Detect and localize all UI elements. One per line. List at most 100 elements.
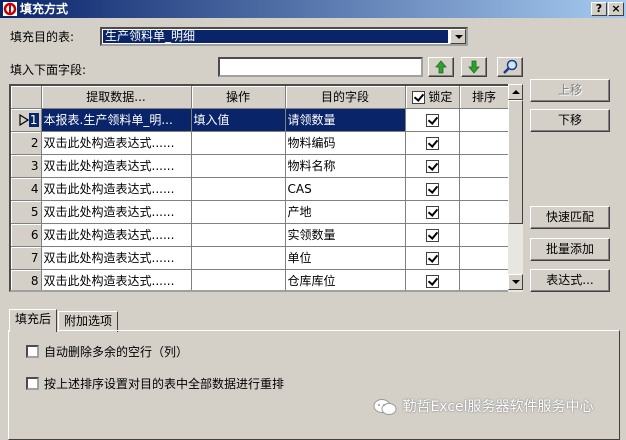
cell-lock[interactable] (405, 223, 460, 247)
lock-checkbox[interactable] (425, 182, 439, 196)
lock-checkbox[interactable] (425, 136, 439, 150)
cell-operation[interactable] (191, 269, 286, 290)
col-header-lock[interactable]: 锁定 (405, 86, 460, 109)
col-header-operation[interactable]: 操作 (191, 86, 286, 109)
tab-extra-options[interactable]: 附加选项 (58, 311, 118, 332)
cell-extract[interactable]: 双击此处构造表达式...... (41, 269, 192, 290)
cell-target-field[interactable]: 实领数量 (285, 223, 406, 247)
row-number[interactable]: 3 (11, 154, 42, 178)
target-table-select[interactable]: 生产领料单_明细 (100, 27, 468, 46)
lock-checkbox[interactable] (425, 205, 439, 219)
cell-sort[interactable] (459, 177, 510, 201)
tab-after-fill[interactable]: 填充后 (9, 309, 57, 332)
lock-checkbox[interactable] (425, 159, 439, 173)
cell-lock[interactable] (405, 108, 460, 132)
row-number[interactable]: 6 (11, 223, 42, 247)
cell-extract[interactable]: 双击此处构造表达式...... (41, 177, 192, 201)
row-number: 1 (28, 112, 39, 127)
batch-add-button[interactable]: 批量添加 (530, 238, 610, 261)
table-row[interactable]: 6 双击此处构造表达式...... 实领数量 (11, 223, 510, 247)
cell-target-field[interactable]: 物料编码 (285, 131, 406, 155)
cell-target-field[interactable]: 产地 (285, 200, 406, 224)
move-up-button[interactable]: 上移 (530, 79, 610, 102)
cell-operation[interactable] (191, 131, 286, 155)
cell-operation[interactable]: 填入值 (191, 108, 286, 132)
watermark: 勤哲Excel服务器软件服务中心 (372, 396, 594, 416)
close-button[interactable]: × (608, 2, 624, 16)
cell-sort[interactable] (459, 108, 510, 132)
table-row[interactable]: 5 双击此处构造表达式...... 产地 (11, 200, 510, 224)
cell-sort[interactable] (459, 246, 510, 270)
table-row[interactable]: 2 双击此处构造表达式...... 物料编码 (11, 131, 510, 155)
cell-extract[interactable]: 双击此处构造表达式...... (41, 154, 192, 178)
cell-target-field[interactable]: 单位 (285, 246, 406, 270)
cell-operation[interactable] (191, 246, 286, 270)
cell-lock[interactable] (405, 154, 460, 178)
row-number[interactable]: 5 (11, 200, 42, 224)
help-button[interactable]: ? (591, 2, 607, 16)
cell-extract[interactable]: 本报表.生产领料单_明... (41, 108, 192, 132)
col-header-target-field[interactable]: 目的字段 (285, 86, 406, 109)
quick-match-button[interactable]: 快速匹配 (530, 206, 610, 229)
cell-extract[interactable]: 双击此处构造表达式...... (41, 223, 192, 247)
row-number[interactable]: 8 (11, 269, 42, 290)
lock-checkbox[interactable] (425, 228, 439, 242)
cell-lock[interactable] (405, 200, 460, 224)
move-field-up-button[interactable] (428, 57, 454, 77)
row-number[interactable]: 4 (11, 177, 42, 201)
row-number[interactable]: 7 (11, 246, 42, 270)
scroll-up-icon[interactable] (508, 84, 523, 100)
window-title: 填充方式 (20, 2, 69, 16)
cell-target-field[interactable]: 仓库库位 (285, 269, 406, 290)
resort-all-checkbox[interactable] (26, 377, 39, 390)
table-row[interactable]: 1 本报表.生产领料单_明... 填入值 请领数量 (11, 108, 510, 132)
cell-lock[interactable] (405, 131, 460, 155)
cell-target-field[interactable]: CAS (285, 177, 406, 201)
cell-operation[interactable] (191, 200, 286, 224)
move-down-button[interactable]: 下移 (530, 109, 610, 132)
target-table-label: 填充目的表: (10, 30, 75, 44)
scroll-thumb[interactable] (508, 100, 523, 224)
lock-checkbox[interactable] (425, 274, 439, 288)
cell-sort[interactable] (459, 200, 510, 224)
cell-extract[interactable]: 双击此处构造表达式...... (41, 200, 192, 224)
cell-sort[interactable] (459, 269, 510, 290)
col-header-extract[interactable]: 提取数据... (41, 86, 192, 109)
cell-operation[interactable] (191, 154, 286, 178)
table-row[interactable]: 8 双击此处构造表达式...... 仓库库位 (11, 269, 510, 290)
field-mapping-grid[interactable]: 提取数据... 操作 目的字段 锁定 排序 1 本报表.生产领料单_明... 填… (9, 84, 523, 292)
app-icon (3, 2, 17, 16)
cell-extract[interactable]: 双击此处构造表达式...... (41, 131, 192, 155)
cell-sort[interactable] (459, 154, 510, 178)
search-icon (503, 59, 518, 74)
row-indicator[interactable]: 1 (11, 108, 42, 132)
search-button[interactable] (497, 57, 523, 77)
cell-target-field[interactable]: 请领数量 (285, 108, 406, 132)
lock-checkbox[interactable] (425, 251, 439, 265)
cell-operation[interactable] (191, 177, 286, 201)
cell-lock[interactable] (405, 177, 460, 201)
cell-lock[interactable] (405, 269, 460, 290)
cell-sort[interactable] (459, 223, 510, 247)
field-input[interactable] (218, 57, 423, 77)
table-row[interactable]: 7 双击此处构造表达式...... 单位 (11, 246, 510, 270)
mapping-table: 提取数据... 操作 目的字段 锁定 排序 1 本报表.生产领料单_明... 填… (11, 86, 510, 290)
lock-all-checkbox[interactable] (411, 91, 425, 105)
title-bar[interactable]: 填充方式 ? × (0, 0, 626, 18)
row-number[interactable]: 2 (11, 131, 42, 155)
cell-operation[interactable] (191, 223, 286, 247)
expression-button[interactable]: 表达式... (530, 269, 610, 292)
cell-extract[interactable]: 双击此处构造表达式...... (41, 246, 192, 270)
col-header-sort[interactable]: 排序 (459, 86, 510, 109)
scroll-down-icon[interactable] (508, 274, 523, 290)
lock-checkbox[interactable] (425, 113, 439, 127)
grid-vertical-scrollbar[interactable] (508, 84, 523, 292)
cell-lock[interactable] (405, 246, 460, 270)
cell-target-field[interactable]: 物料名称 (285, 154, 406, 178)
move-field-down-button[interactable] (461, 57, 487, 77)
delete-empty-rows-checkbox[interactable] (26, 345, 39, 358)
chevron-down-icon[interactable] (450, 29, 466, 44)
table-row[interactable]: 4 双击此处构造表达式...... CAS (11, 177, 510, 201)
cell-sort[interactable] (459, 131, 510, 155)
table-row[interactable]: 3 双击此处构造表达式...... 物料名称 (11, 154, 510, 178)
